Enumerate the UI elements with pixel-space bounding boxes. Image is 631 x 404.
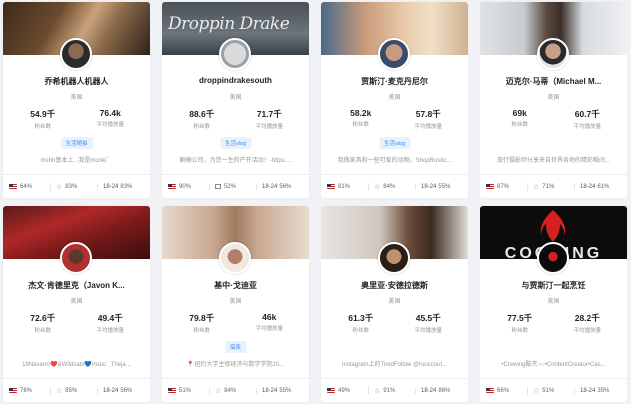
us-flag-icon	[327, 184, 335, 189]
star-icon: ☆	[533, 387, 540, 395]
audience-stats: 76% ☆ 85% 18-24 56%	[3, 378, 150, 402]
category-tag[interactable]: 生活vlog	[219, 137, 252, 149]
creator-region: 美国	[388, 95, 401, 101]
creator-bio: 19Navarro❤️&Wildcats💙Insta：Theja...	[22, 362, 131, 368]
fans-stat: 72.6千 粉丝数	[30, 313, 56, 334]
creator-card[interactable]: 乔希机器人机器人 美国 54.9千 粉丝数 76.4k 平均播放量 生活随拍 msh…	[3, 2, 150, 198]
creator-bio: 📍纽约大学主修经济与数学学院20...	[186, 362, 285, 368]
star-icon: ☆	[374, 183, 381, 191]
creator-bio: 我做家具和一些可爱的动物。ShopRustic...	[337, 158, 452, 164]
avatar[interactable]	[219, 38, 251, 70]
creator-region: 美国	[547, 299, 560, 305]
star-icon: ☆	[215, 387, 222, 395]
fans-stat: 79.8千 粉丝数	[189, 313, 215, 334]
creator-card[interactable]: Droppin Drake droppindrakesouth 美国 88.6千…	[162, 2, 309, 198]
creator-card[interactable]: COOKING 与贾斯汀一起烹饪 美国 77.5千粉丝数 28.2千平均播放量 …	[480, 206, 627, 402]
star-icon: ☆	[56, 183, 63, 191]
us-flag-icon	[9, 184, 17, 189]
creator-bio: •Crewing酷烹○○•ContentCreator•Cas...	[501, 362, 606, 368]
views-stat: 60.7千 平均播放量	[573, 109, 601, 130]
creator-region: 美国	[229, 95, 242, 101]
cover-logo-text: Droppin Drake	[168, 14, 290, 34]
us-flag-icon	[9, 388, 17, 393]
avatar[interactable]	[537, 38, 569, 70]
avatar[interactable]	[537, 242, 569, 274]
fans-stat: 58.2k 粉丝数	[350, 108, 372, 128]
us-flag-icon	[168, 184, 176, 189]
fans-stat: 69k 粉丝数	[511, 108, 528, 128]
star-icon: ☆	[374, 387, 381, 395]
us-flag-icon	[486, 388, 494, 393]
fans-stat: 54.9千 粉丝数	[30, 109, 56, 130]
creator-grid: 乔希机器人机器人 美国 54.9千 粉丝数 76.4k 平均播放量 生活随拍 msh…	[0, 0, 631, 404]
us-flag-icon	[327, 388, 335, 393]
creator-region: 美国	[547, 95, 560, 101]
views-stat: 71.7千 平均播放量	[255, 109, 283, 130]
creator-name[interactable]: 与贾斯汀一起烹饪	[484, 280, 623, 291]
avatar[interactable]	[60, 38, 92, 70]
creator-bio: Instagram上的TiredFollow @ruuccout...	[341, 362, 448, 368]
creator-card[interactable]: 基中·戈迪亚 美国 79.8千 粉丝数 46k 平均播放量 搞笑 📍纽约大学主修经济…	[162, 206, 309, 402]
avatar[interactable]	[378, 242, 410, 274]
category-tag[interactable]: 生活vlog	[378, 137, 411, 149]
book-icon	[215, 184, 221, 189]
audience-stats: 49% ☆ 91% 18-24 86%	[321, 378, 468, 402]
audience-stats: 87% ☆ 71% 18-24 61%	[480, 174, 627, 198]
creator-region: 美国	[229, 299, 242, 305]
audience-stats: 81% ☆ 84% 18-24 55%	[321, 174, 468, 198]
audience-stats: 51% ☆ 84% 18-24 55%	[162, 378, 309, 402]
creator-region: 美国	[70, 299, 83, 305]
creator-name[interactable]: 基中·戈迪亚	[166, 280, 305, 291]
creator-card[interactable]: 贾斯汀·麦克丹尼尔 美国 58.2k 粉丝数 57.8千 平均播放量 生活vlog …	[321, 2, 468, 198]
fans-stat: 88.6千 粉丝数	[189, 109, 215, 130]
category-tag[interactable]: 搞笑	[224, 341, 247, 353]
audience-stats: 64% ☆ 83% 18-24 83%	[3, 174, 150, 198]
creator-name[interactable]: droppindrakesouth	[166, 76, 305, 85]
us-flag-icon	[168, 388, 176, 393]
category-tag[interactable]: 生活随拍	[60, 137, 93, 149]
audience-stats: 66% ☆ 51% 18-24 35%	[480, 378, 627, 402]
views-stat: 76.4k 平均播放量	[96, 108, 124, 128]
views-stat: 57.8千 平均播放量	[414, 109, 442, 130]
views-stat: 45.5千 平均播放量	[414, 313, 442, 334]
avatar[interactable]	[378, 38, 410, 70]
audience-stats: 90% 52% 18-24 56%	[162, 174, 309, 198]
creator-bio: 旅行摄影师分享来自世界各地的精彩瞬间...	[496, 158, 610, 164]
fans-stat: 61.3千 粉丝数	[348, 313, 374, 334]
creator-bio: mshh基本上...我是monki゛	[40, 158, 113, 164]
creator-region: 美国	[388, 299, 401, 305]
creator-card[interactable]: 奥里亚·安德拉德斯 美国 61.3千 粉丝数 45.5千 平均播放量 Instagr…	[321, 206, 468, 402]
star-icon: ☆	[56, 387, 63, 395]
avatar[interactable]	[60, 242, 92, 274]
creator-card[interactable]: 杰文·肯德里克（Javon K... 美国 72.6千 粉丝数 49.4千 平均播放…	[3, 206, 150, 402]
creator-region: 美国	[70, 95, 83, 101]
creator-name[interactable]: 奥里亚·安德拉德斯	[325, 280, 464, 291]
creator-name[interactable]: 乔希机器人机器人	[7, 76, 146, 87]
creator-bio: 酮确公司，为您一生的产开活动！-https:...	[179, 158, 292, 164]
creator-card[interactable]: 迈克尔·马蒂（Michael M... 美国 69k 粉丝数 60.7千 平均播放量…	[480, 2, 627, 198]
us-flag-icon	[486, 184, 494, 189]
avatar[interactable]	[219, 242, 251, 274]
views-stat: 28.2千 平均播放量	[573, 313, 601, 334]
creator-name[interactable]: 杰文·肯德里克（Javon K...	[7, 280, 146, 291]
views-stat: 49.4千 平均播放量	[96, 313, 124, 334]
star-icon: ☆	[533, 183, 540, 191]
views-stat: 46k 平均播放量	[255, 312, 283, 332]
creator-name[interactable]: 迈克尔·马蒂（Michael M...	[484, 76, 623, 87]
fans-stat: 77.5千 粉丝数	[507, 313, 533, 334]
creator-name[interactable]: 贾斯汀·麦克丹尼尔	[325, 76, 464, 87]
